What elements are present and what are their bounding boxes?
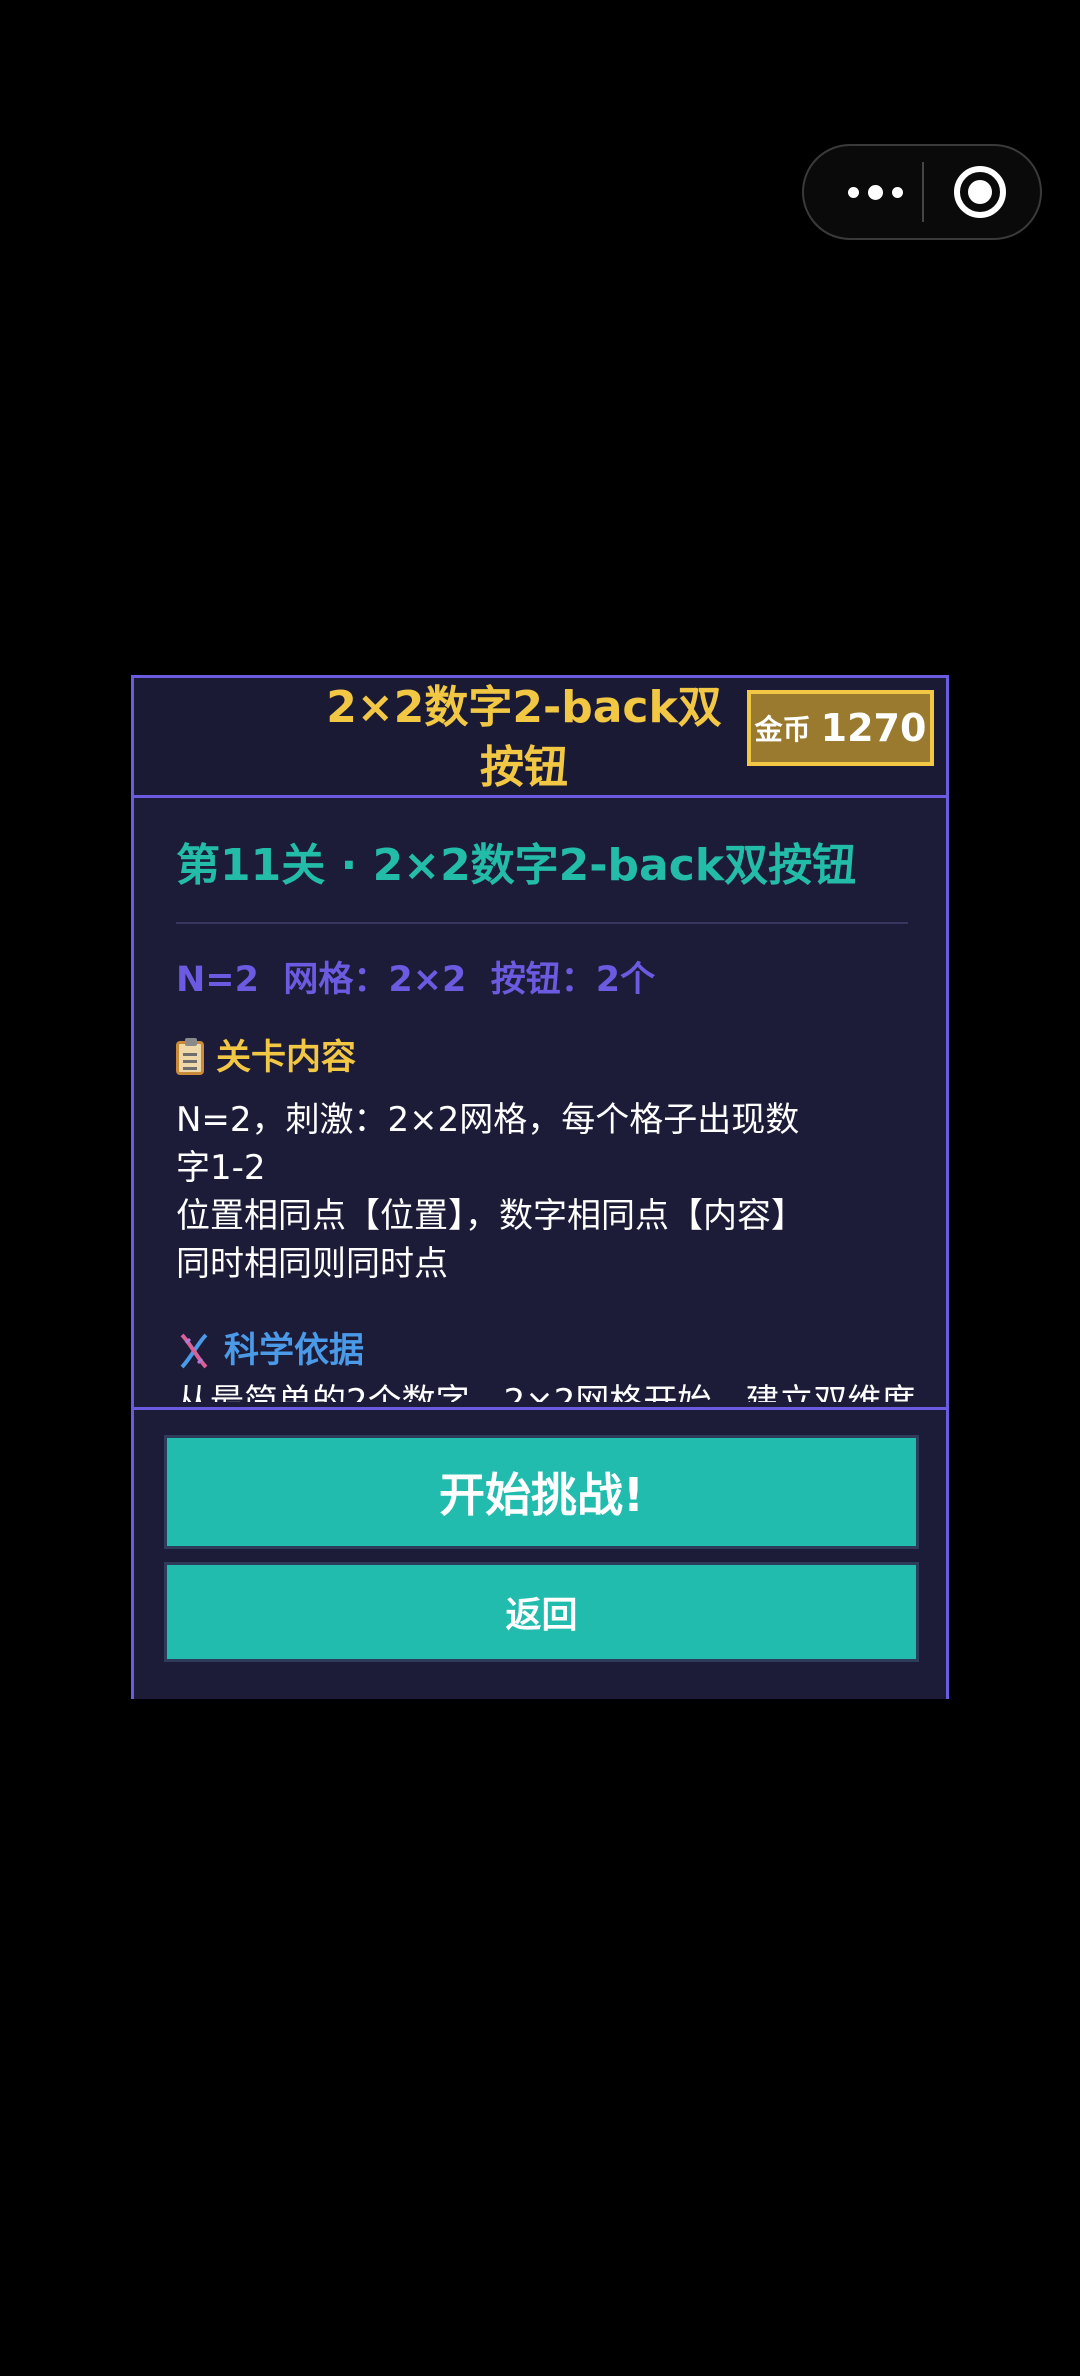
- title-line-2: 按钮: [480, 742, 568, 793]
- mini-program-capsule: [802, 144, 1042, 240]
- divider: [176, 922, 908, 924]
- level-dialog: 2×2数字2-back双 按钮 金币 1270 第11关 · 2×2数字2-ba…: [131, 675, 949, 1699]
- science-section-heading: 科学依据: [176, 1326, 364, 1376]
- back-button[interactable]: 返回: [164, 1562, 919, 1662]
- description-line: 同时相同则同时点: [176, 1244, 448, 1284]
- dialog-content[interactable]: 第11关 · 2×2数字2-back双按钮 N=2 网格：2×2 按钮：2个 关…: [134, 798, 946, 1402]
- content-heading-text: 关卡内容: [216, 1038, 357, 1078]
- capsule-divider: [922, 162, 924, 222]
- content-section-heading: 关卡内容: [176, 1033, 356, 1083]
- science-description: 从最简单的2个数字、2×2网格开始，建立双维度: [176, 1382, 916, 1402]
- coin-badge: 金币 1270: [747, 690, 934, 766]
- description-line: N=2，刺激：2×2网格，每个格子出现数: [176, 1100, 800, 1140]
- level-meta: N=2 网格：2×2 按钮：2个: [176, 960, 656, 1000]
- description-line: 字1-2: [176, 1148, 266, 1188]
- description-line: 位置相同点【位置】，数字相同点【内容】: [176, 1196, 805, 1236]
- level-title: 第11关 · 2×2数字2-back双按钮: [176, 840, 857, 891]
- science-heading-text: 科学依据: [224, 1331, 365, 1371]
- dot: [867, 184, 883, 200]
- more-dots-icon[interactable]: [838, 146, 912, 238]
- coin-label: 金币: [754, 713, 811, 746]
- dialog-title: 2×2数字2-back双 按钮: [324, 678, 724, 798]
- coin-value: 1270: [820, 706, 927, 750]
- title-line-1: 2×2数字2-back双: [326, 682, 722, 733]
- screen: 2×2数字2-back双 按钮 金币 1270 第11关 · 2×2数字2-ba…: [0, 0, 1080, 2376]
- clipboard-icon: [176, 1038, 204, 1075]
- dialog-footer: 开始挑战! 返回: [134, 1407, 946, 1699]
- start-challenge-button[interactable]: 开始挑战!: [164, 1435, 919, 1549]
- dna-icon: [180, 1333, 208, 1369]
- target-close-icon[interactable]: [954, 166, 1006, 218]
- dot: [847, 186, 859, 198]
- dot: [891, 186, 903, 198]
- dialog-header: 2×2数字2-back双 按钮 金币 1270: [134, 678, 946, 798]
- content-description: N=2，刺激：2×2网格，每个格子出现数 字1-2 位置相同点【位置】，数字相同…: [176, 1096, 876, 1288]
